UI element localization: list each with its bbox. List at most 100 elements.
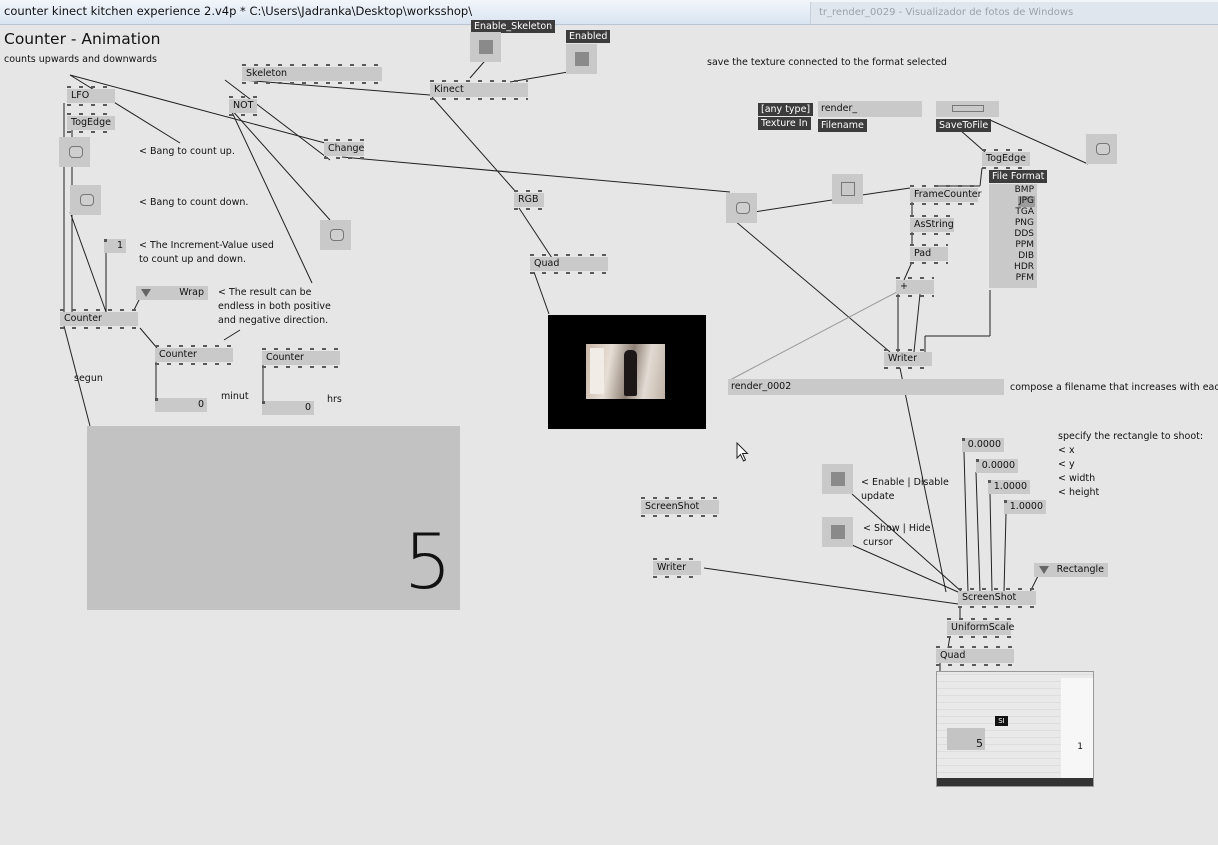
rect-width-value[interactable]: 1.0000 xyxy=(988,480,1030,494)
change-node[interactable]: Change xyxy=(324,139,364,159)
file-format-item-tga[interactable]: TGA xyxy=(1014,207,1035,218)
bang-count-up[interactable] xyxy=(59,137,90,167)
counter-node[interactable]: Counter xyxy=(60,309,138,329)
hours-value[interactable]: 0 xyxy=(262,401,314,415)
lfo-node[interactable]: LFO xyxy=(67,86,115,106)
link xyxy=(979,167,983,187)
comment-show-1: < Show | Hide xyxy=(863,523,931,534)
wrap-enum[interactable]: Wrap xyxy=(136,286,208,300)
file-format-item-dds[interactable]: DDS xyxy=(1013,229,1035,240)
file-format-item-hdr[interactable]: HDR xyxy=(1013,262,1035,273)
screenshot-node[interactable]: ScreenShot xyxy=(958,588,1036,608)
file-format-item-jpg[interactable]: JPG xyxy=(1017,196,1035,207)
bang-frame[interactable] xyxy=(726,193,757,223)
rgb-node[interactable]: RGB xyxy=(514,190,544,210)
seconds-value: 5 xyxy=(403,517,452,606)
rect-x-value[interactable]: 0.0000 xyxy=(962,438,1004,452)
comment-endless-3: and negative direction. xyxy=(218,315,329,326)
wrap-value: Wrap xyxy=(179,287,204,298)
seconds-display: 5 xyxy=(87,426,460,610)
enable-skeleton-toggle[interactable] xyxy=(470,32,501,62)
togedge-node[interactable]: TogEdge xyxy=(67,113,115,133)
file-format-item-dib[interactable]: DIB xyxy=(1017,251,1035,262)
link xyxy=(341,156,731,193)
link xyxy=(533,271,550,315)
filename-prefix-input[interactable]: render_ xyxy=(818,101,922,117)
rectangle-value: Rectangle xyxy=(1056,564,1104,575)
bang-icon xyxy=(329,229,344,241)
minutes-value[interactable]: 0 xyxy=(155,398,207,412)
link xyxy=(913,293,921,353)
screenshot-preview[interactable]: SI 5 1 xyxy=(936,671,1094,787)
comment-minut: minut xyxy=(221,391,249,402)
bang-icon xyxy=(735,202,750,214)
rect-height-value[interactable]: 1.0000 xyxy=(1004,500,1046,514)
comment-rect-1: < x xyxy=(1058,445,1075,456)
toggle-on-icon xyxy=(830,525,845,539)
quad-node[interactable]: Quad xyxy=(530,254,608,274)
bang-icon xyxy=(68,146,83,158)
link xyxy=(975,471,981,593)
renderer-window[interactable] xyxy=(548,315,706,429)
file-format-list[interactable]: BMP JPG TGA PNG DDS PPM DIB HDR PFM xyxy=(989,184,1037,288)
bang-count-down[interactable] xyxy=(70,185,101,215)
asstring-node[interactable]: AsString xyxy=(910,215,954,235)
link xyxy=(431,96,517,193)
toggle-off-icon xyxy=(840,182,855,196)
preview-box-label: SI xyxy=(995,716,1008,726)
enabled-label: Enabled xyxy=(566,30,611,43)
mouse-cursor-icon xyxy=(736,442,749,462)
rect-y-value[interactable]: 0.0000 xyxy=(976,459,1018,473)
framecounter-node[interactable]: FrameCounter xyxy=(910,185,982,205)
file-format-item-png[interactable]: PNG xyxy=(1014,218,1035,229)
file-format-item-bmp[interactable]: BMP xyxy=(1014,185,1035,196)
link xyxy=(69,211,107,313)
comment-rect-4: < height xyxy=(1058,487,1100,498)
increment-value[interactable]: 1 xyxy=(104,239,126,253)
uniformscale-node[interactable]: UniformScale xyxy=(947,618,1014,638)
patch-heading: Counter - Animation xyxy=(4,30,161,48)
writer-node[interactable]: Writer xyxy=(884,349,932,369)
bang-icon xyxy=(79,194,94,206)
video-door xyxy=(590,348,604,394)
enabled-toggle[interactable] xyxy=(566,44,597,74)
toggle-on-icon xyxy=(574,52,589,66)
enable-update-toggle[interactable] xyxy=(822,464,853,494)
link xyxy=(223,329,241,341)
comment-bang-up: < Bang to count up. xyxy=(139,146,235,157)
render-filename-value[interactable]: render_0002 xyxy=(728,379,1004,395)
patch-subheading: counts upwards and downwards xyxy=(4,54,157,65)
link xyxy=(989,493,993,593)
link xyxy=(851,544,959,593)
writer-node-low[interactable]: Writer xyxy=(653,558,701,578)
dropdown-arrow-icon xyxy=(1039,566,1049,574)
comment-rect-3: < width xyxy=(1058,473,1096,484)
file-format-item-ppm[interactable]: PPM xyxy=(1014,240,1035,251)
pad-node[interactable]: Pad xyxy=(910,244,948,264)
bang-reset[interactable] xyxy=(320,220,351,250)
bang-save[interactable] xyxy=(1086,134,1117,164)
dropdown-arrow-icon xyxy=(141,289,151,297)
kinect-node[interactable]: Kinect xyxy=(430,80,528,100)
counter-hours-node[interactable]: Counter xyxy=(262,348,340,368)
screenshot-node-small[interactable]: ScreenShot xyxy=(641,497,719,517)
rectangle-enum[interactable]: Rectangle xyxy=(1034,563,1108,577)
counter-minutes-node[interactable]: Counter xyxy=(155,345,233,365)
not-node[interactable]: NOT xyxy=(229,96,257,116)
savetofile-toggle[interactable] xyxy=(936,101,999,117)
show-cursor-toggle[interactable] xyxy=(822,517,853,547)
plus-node[interactable]: + xyxy=(896,277,934,297)
filename-label: Filename xyxy=(818,119,867,132)
togedge-save-node[interactable]: TogEdge xyxy=(982,149,1030,169)
toggle-off-icon xyxy=(951,105,984,112)
quad-node-bottom[interactable]: Quad xyxy=(936,646,1014,666)
preview-counter-value: 5 xyxy=(976,737,983,750)
comment-enable-1: < Enable | Disable xyxy=(861,477,949,488)
comment-enable-2: update xyxy=(861,491,895,502)
skeleton-node[interactable]: Skeleton xyxy=(242,64,382,84)
comment-show-2: cursor xyxy=(863,537,893,548)
file-format-item-pfm[interactable]: PFM xyxy=(1015,273,1035,284)
link xyxy=(727,214,891,353)
frame-toggle[interactable] xyxy=(832,174,863,204)
comment-bang-down: < Bang to count down. xyxy=(139,197,249,208)
